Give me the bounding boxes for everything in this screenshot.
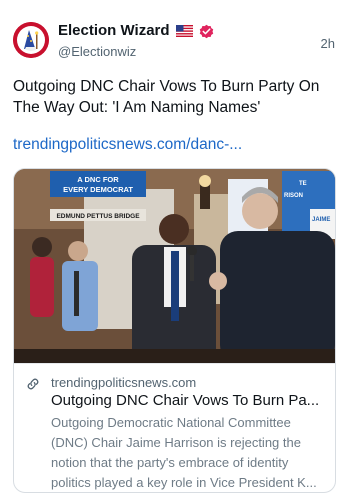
post-link[interactable]: trendingpoliticsnews.com/danc-...: [13, 136, 242, 154]
wizard-avatar-icon: [13, 22, 49, 58]
side-sign-mid: RISON: [284, 193, 303, 199]
sign-line2: EVERY DEMOCRAT: [63, 185, 133, 194]
author-name[interactable]: Election Wizard: [58, 22, 170, 39]
side-sign-brand: JAIME: [312, 217, 330, 223]
verified-badge-icon: [199, 24, 214, 39]
banner-text: EDMUND PETTUS BRIDGE: [56, 213, 140, 220]
card-description: Outgoing Democratic National Committee (…: [51, 415, 317, 490]
us-flag-icon: [176, 25, 193, 37]
author-handle[interactable]: @Electionwiz: [58, 44, 136, 59]
card-domain[interactable]: trendingpoliticsnews.com: [51, 375, 196, 390]
side-sign-top: TE: [299, 181, 307, 187]
link-icon: [27, 378, 39, 390]
card-body[interactable]: trendingpoliticsnews.com Outgoing DNC Ch…: [14, 363, 335, 492]
card-title[interactable]: Outgoing DNC Chair Vows To Burn Pa...: [51, 392, 329, 409]
link-preview-card[interactable]: A DNC FOR EVERY DEMOCRAT EDMUND PETTUS B…: [13, 168, 336, 493]
sign-line1: A DNC FOR: [77, 175, 119, 184]
post[interactable]: Election Wizard @Electionwiz 2h Outgoing…: [0, 0, 349, 500]
post-timestamp[interactable]: 2h: [321, 36, 335, 51]
post-text: Outgoing DNC Chair Vows To Burn Party On…: [13, 78, 320, 116]
avatar[interactable]: [13, 22, 49, 58]
card-image[interactable]: A DNC FOR EVERY DEMOCRAT EDMUND PETTUS B…: [14, 169, 335, 363]
